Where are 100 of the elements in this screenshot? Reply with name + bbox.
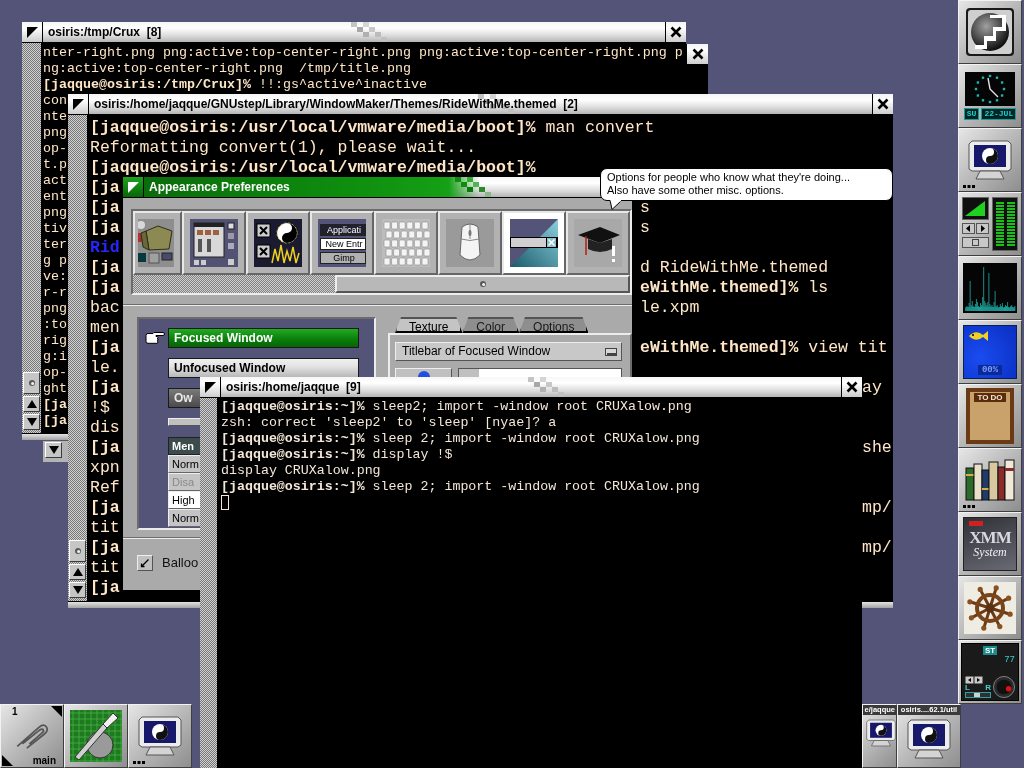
title-style-button[interactable]: Unfocused Window [168, 358, 359, 378]
resize-bar[interactable] [22, 433, 68, 440]
scroll-bar[interactable] [68, 115, 88, 601]
scroll-bar[interactable] [43, 441, 68, 462]
dock-tile[interactable] [958, 576, 1022, 640]
step-logo-icon [965, 7, 1015, 57]
resize-bar[interactable] [68, 601, 200, 608]
terminal-text: t.p [43, 157, 67, 172]
section-button[interactable] [182, 211, 246, 275]
dock-tile[interactable]: SU 22-JUL [958, 64, 1022, 128]
down-arrow-icon [72, 586, 83, 594]
scroll-thumb[interactable] [335, 275, 630, 293]
terminal-text: [ja [90, 438, 120, 458]
dock-tile[interactable] [958, 128, 1022, 192]
dock-tile[interactable] [958, 0, 1022, 64]
section-button[interactable] [246, 211, 310, 275]
resize-bar[interactable] [862, 601, 893, 608]
terminal-text: s [640, 198, 650, 218]
section-button[interactable] [566, 211, 630, 275]
corner-arrow-icon [51, 706, 62, 717]
scroll-up-button[interactable] [69, 564, 86, 580]
dimple-icon [28, 380, 35, 386]
menu-title[interactable]: Men [168, 437, 202, 455]
menu-item[interactable]: Norm [168, 509, 202, 527]
dock-tile[interactable] [958, 448, 1022, 512]
scroll-down-button[interactable] [69, 582, 86, 598]
scroll-bar[interactable] [200, 398, 218, 768]
workspace-name: main [32, 755, 56, 766]
popup-indicator-icon [605, 347, 617, 356]
close-icon [691, 48, 704, 60]
dimple-icon [74, 548, 81, 554]
graduation-cap-icon [574, 219, 622, 267]
tab[interactable]: Options [519, 317, 589, 333]
scroll-up-button[interactable] [23, 396, 40, 412]
menu-item[interactable]: Norm [168, 455, 202, 473]
resizebar-preview[interactable] [168, 418, 202, 426]
section-button[interactable]: Applicati New Entr Gimp [310, 211, 374, 275]
dock-tile[interactable]: XMM System [958, 512, 1022, 576]
close-button[interactable] [841, 377, 862, 397]
terminal-text: con [43, 93, 67, 108]
terminal-text: mp/ [862, 538, 892, 558]
terminal-text: dis [90, 418, 120, 438]
terminal-text: tit [90, 518, 120, 538]
dock-tile[interactable]: ST 77 L R [958, 640, 1022, 704]
title-style-button[interactable]: Ow [168, 388, 202, 408]
mouse-icon [446, 219, 494, 267]
window-buttons-icon [254, 219, 302, 267]
window-title: osiris:/tmp/Crux [8] [48, 24, 162, 41]
balance-slider[interactable] [965, 692, 991, 698]
terminal-text: Rid [90, 238, 120, 258]
close-icon [670, 26, 682, 38]
scroll-bar[interactable] [22, 43, 42, 433]
terminal-text: [ja [90, 578, 120, 598]
terminal-text: nter-right.png png:active:top-center-right.png png:active:top-center-right.png p [43, 45, 683, 60]
terminal-text: g p [43, 253, 67, 268]
books-icon [964, 458, 1016, 502]
horizontal-scroll-bar[interactable] [133, 275, 630, 293]
weekday-label: SU [963, 108, 980, 120]
terminal-text: [jaqque@osiris:/usr/local/vmware/media/boot]% [90, 158, 536, 178]
terminal-text: s [640, 218, 650, 238]
close-button[interactable] [872, 94, 893, 114]
mixer-drawing [962, 197, 1018, 251]
highlighted-menu-item[interactable]: High [168, 491, 202, 509]
app-tile[interactable] [64, 704, 128, 768]
slider-thumb[interactable] [974, 693, 981, 697]
dock-tile[interactable] [958, 256, 1022, 320]
logo-title: XMM [969, 529, 1011, 546]
scroll-down-button[interactable] [45, 442, 62, 458]
dock-tile[interactable] [958, 192, 1022, 256]
popup-button[interactable]: Titlebar of Focused Window [395, 342, 622, 361]
terminal-text: [ja [90, 178, 120, 198]
terminal-text: ng:active:top-center-right.png /tmp/title.png [43, 61, 411, 76]
window-menu-button[interactable] [200, 377, 221, 397]
checkbox[interactable] [137, 555, 153, 571]
terminal-text: ve: [43, 269, 67, 284]
close-button[interactable] [665, 22, 686, 42]
terminal-text: rig [43, 333, 67, 348]
texture-button[interactable] [395, 368, 452, 377]
section-button[interactable] [133, 211, 182, 275]
app-tile[interactable] [128, 704, 192, 768]
dock-tile[interactable]: TO DO [958, 384, 1022, 448]
tab[interactable]: Texture [395, 317, 463, 333]
terminal-text: :to [43, 317, 67, 332]
close-button[interactable] [686, 44, 708, 64]
scroll-down-button[interactable] [23, 414, 40, 430]
monitor-icon [968, 140, 1012, 180]
window-menu-button[interactable] [22, 22, 43, 42]
terminal-text: ay [862, 378, 882, 398]
section-button[interactable] [502, 211, 566, 275]
clip-tile[interactable]: 1 main [0, 704, 64, 768]
dock-tile[interactable]: 00% [958, 320, 1022, 384]
window-menu-button[interactable] [68, 94, 89, 114]
terminal-text: !$ [90, 398, 110, 418]
window-title: osiris:/home/jaqque [9] [226, 379, 361, 396]
terminal-text: [ja [90, 338, 120, 358]
right-channel-label: R [985, 684, 991, 692]
window-menu-button[interactable] [123, 177, 144, 197]
tab[interactable]: Color [462, 317, 520, 333]
title-style-button[interactable]: Focused Window [168, 328, 359, 348]
texture-field[interactable] [458, 368, 622, 377]
